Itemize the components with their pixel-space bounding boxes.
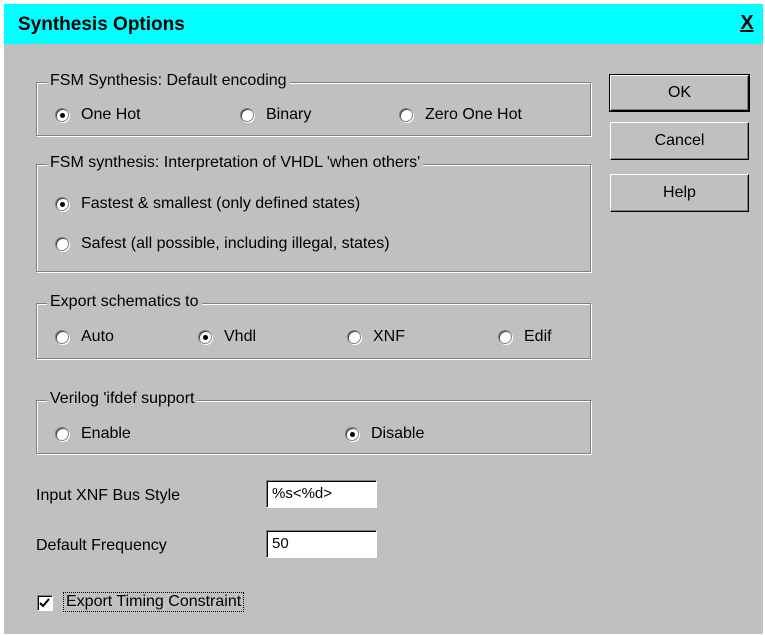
- export-schematics-group: Export schematics to Auto Vhdl XNF Edif: [36, 293, 592, 360]
- close-icon[interactable]: X: [737, 12, 757, 34]
- radio-safest[interactable]: Safest (all possible, including illegal,…: [55, 235, 390, 253]
- fsm-when-others-legend: FSM synthesis: Interpretation of VHDL 'w…: [47, 154, 424, 172]
- radio-edif[interactable]: Edif: [498, 328, 552, 346]
- radio-icon[interactable]: [198, 330, 212, 344]
- radio-icon[interactable]: [55, 197, 69, 211]
- fsm-encoding-group: FSM Synthesis: Default encoding One Hot …: [36, 72, 592, 137]
- default-frequency-label: Default Frequency: [36, 537, 167, 554]
- default-frequency-field[interactable]: 50: [266, 530, 377, 558]
- radio-fastest-smallest[interactable]: Fastest & smallest (only defined states): [55, 195, 360, 213]
- radio-label: Binary: [266, 106, 312, 123]
- radio-icon[interactable]: [345, 427, 359, 441]
- fsm-when-others-group: FSM synthesis: Interpretation of VHDL 'w…: [36, 154, 592, 273]
- synthesis-options-dialog: Synthesis Options X FSM Synthesis: Defau…: [4, 4, 763, 634]
- export-timing-checkbox[interactable]: [37, 595, 53, 611]
- radio-icon[interactable]: [55, 330, 69, 344]
- radio-xnf[interactable]: XNF: [347, 328, 405, 346]
- checkmark-icon: [39, 598, 50, 608]
- radio-label: One Hot: [81, 106, 141, 123]
- input-xnf-bus-style-field[interactable]: %s<%d>: [266, 480, 377, 508]
- radio-label: Enable: [81, 425, 131, 442]
- help-button[interactable]: Help: [610, 174, 749, 212]
- radio-enable[interactable]: Enable: [55, 425, 131, 443]
- radio-label: Vhdl: [224, 328, 257, 345]
- radio-binary[interactable]: Binary: [240, 106, 311, 124]
- radio-icon[interactable]: [55, 108, 69, 122]
- radio-icon[interactable]: [498, 330, 512, 344]
- radio-one-hot[interactable]: One Hot: [55, 106, 141, 124]
- radio-disable[interactable]: Disable: [345, 425, 424, 443]
- radio-icon[interactable]: [55, 237, 69, 251]
- cancel-button[interactable]: Cancel: [610, 122, 749, 160]
- window-title: Synthesis Options: [18, 14, 185, 35]
- radio-auto[interactable]: Auto: [55, 328, 114, 346]
- ok-button[interactable]: OK: [609, 74, 750, 112]
- radio-icon[interactable]: [399, 108, 413, 122]
- radio-label: Auto: [81, 328, 114, 345]
- export-schematics-legend: Export schematics to: [47, 293, 202, 311]
- radio-zero-one-hot[interactable]: Zero One Hot: [399, 106, 522, 124]
- verilog-ifdef-group: Verilog 'ifdef support Enable Disable: [36, 390, 592, 455]
- radio-icon[interactable]: [240, 108, 254, 122]
- fsm-encoding-legend: FSM Synthesis: Default encoding: [47, 72, 290, 90]
- radio-label: Fastest & smallest (only defined states): [81, 195, 361, 212]
- input-xnf-bus-style-label: Input XNF Bus Style: [36, 487, 181, 504]
- radio-label: Safest (all possible, including illegal,…: [81, 235, 390, 252]
- title-bar[interactable]: Synthesis Options X: [4, 4, 763, 44]
- radio-label: Zero One Hot: [425, 106, 522, 123]
- radio-icon[interactable]: [347, 330, 361, 344]
- radio-label: Edif: [524, 328, 552, 345]
- radio-vhdl[interactable]: Vhdl: [198, 328, 256, 346]
- verilog-ifdef-legend: Verilog 'ifdef support: [47, 390, 198, 408]
- radio-label: Disable: [371, 425, 425, 442]
- radio-label: XNF: [373, 328, 405, 345]
- radio-icon[interactable]: [55, 427, 69, 441]
- export-timing-label[interactable]: Export Timing Constraint: [62, 592, 245, 612]
